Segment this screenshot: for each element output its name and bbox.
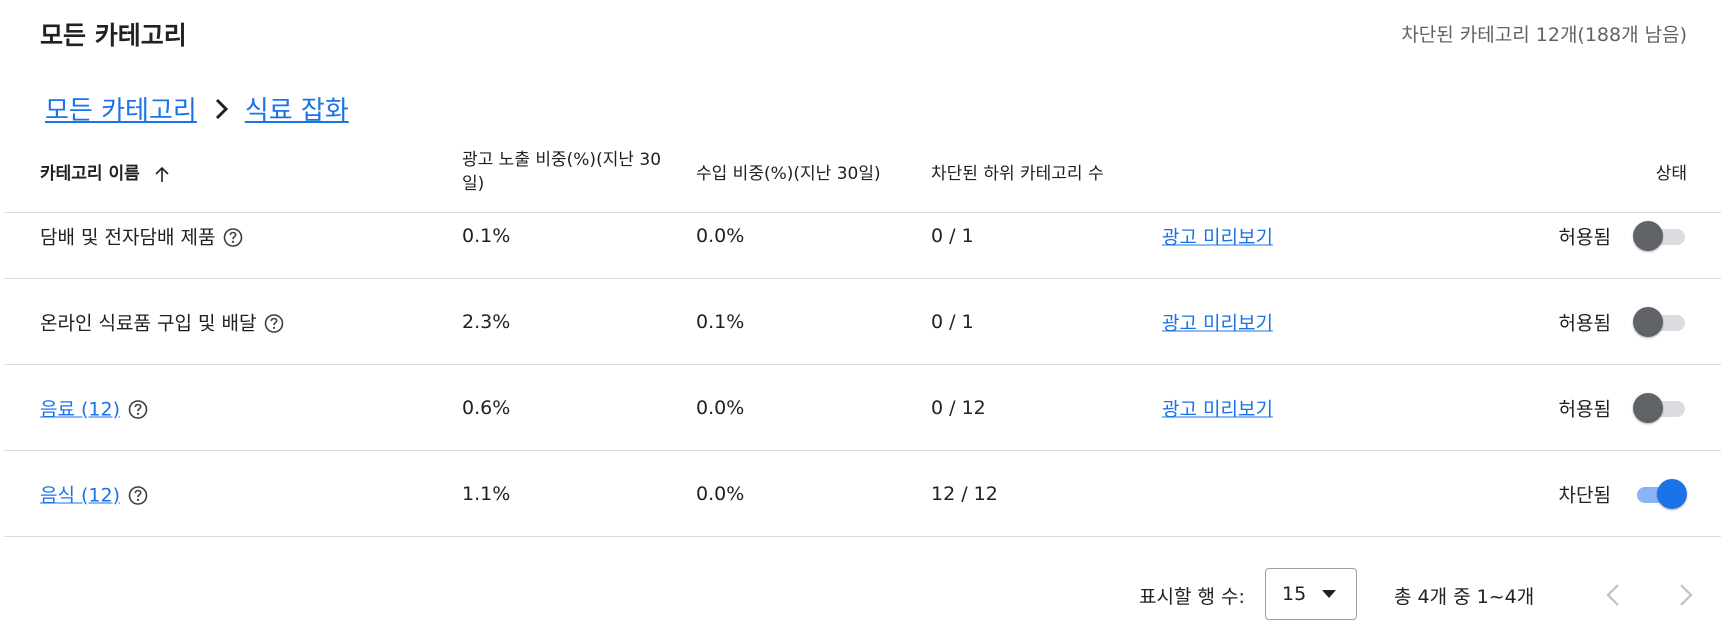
status-label: 허용됨 (1558, 226, 1611, 248)
table-row: 담배 및 전자담배 제품 0.1% 0.0% 0 / 1 광고 미리보기 허용됨 (4, 193, 1721, 279)
breadcrumb: 모든 카테고리 식료 잡화 (45, 90, 349, 127)
ad-preview-link[interactable]: 광고 미리보기 (1162, 308, 1273, 335)
category-name: 음식 (12) (40, 480, 148, 507)
next-page-button[interactable] (1671, 580, 1701, 610)
block-toggle[interactable] (1633, 306, 1687, 337)
revenue-value: 0.0% (696, 224, 745, 247)
reach-value: 2.3% (462, 310, 511, 333)
rows-per-page-label: 표시할 행 수: (1139, 586, 1245, 608)
chevron-left-icon (1606, 584, 1619, 606)
ad-preview-link[interactable]: 광고 미리보기 (1162, 222, 1273, 249)
breadcrumb-current-link[interactable]: 식료 잡화 (245, 90, 349, 127)
blocked-sub-count: 0 / 12 (931, 396, 986, 419)
blocked-sub-count: 12 / 12 (931, 482, 998, 505)
toggle-thumb (1633, 306, 1663, 337)
category-name-text: 담배 및 전자담배 제품 (40, 226, 216, 248)
breadcrumb-root-link[interactable]: 모든 카테고리 (45, 90, 197, 127)
blocked-sub-count: 0 / 1 (931, 310, 974, 333)
rows-per-page-select[interactable]: 15 (1265, 568, 1357, 620)
table-row: 음료 (12) 0.6% 0.0% 0 / 12 광고 미리보기 허용됨 (4, 365, 1721, 451)
block-toggle[interactable] (1633, 478, 1687, 509)
status-label: 차단됨 (1558, 484, 1611, 506)
rows-per-page-value: 15 (1282, 583, 1307, 605)
reach-value: 0.6% (462, 396, 511, 419)
previous-page-button[interactable] (1598, 580, 1628, 610)
revenue-value: 0.1% (696, 310, 745, 333)
category-name-link[interactable]: 음료 (12) (40, 394, 120, 421)
column-header-name-label: 카테고리 이름 (40, 164, 140, 184)
table-row: 음식 (12) 1.1% 0.0% 12 / 12 차단됨 (4, 451, 1721, 537)
blocked-sub-count: 0 / 1 (931, 224, 974, 247)
blocked-summary: 차단된 카테고리 12개(188개 남음) (1401, 24, 1687, 46)
category-name: 온라인 식료품 구입 및 배달 (40, 308, 284, 335)
column-header-revenue[interactable]: 수입 비중(%)(지난 30일) (696, 162, 881, 186)
revenue-value: 0.0% (696, 482, 745, 505)
category-name-link[interactable]: 음식 (12) (40, 480, 120, 507)
column-header-blocked-sub[interactable]: 차단된 하위 카테고리 수 (931, 162, 1104, 186)
page-title: 모든 카테고리 (40, 21, 187, 50)
status-label: 허용됨 (1558, 398, 1611, 420)
category-name: 음료 (12) (40, 394, 148, 421)
arrow-up-icon (154, 165, 170, 183)
status-label: 허용됨 (1558, 312, 1611, 334)
table-row: 온라인 식료품 구입 및 배달 2.3% 0.1% 0 / 1 광고 미리보기 … (4, 279, 1721, 365)
pagination-range: 총 4개 중 1~4개 (1394, 586, 1535, 608)
revenue-value: 0.0% (696, 396, 745, 419)
help-icon[interactable] (223, 228, 243, 248)
reach-value: 0.1% (462, 224, 511, 247)
ad-preview-link[interactable]: 광고 미리보기 (1162, 394, 1273, 421)
reach-value: 1.1% (462, 482, 511, 505)
category-name-text: 온라인 식료품 구입 및 배달 (40, 312, 257, 334)
help-icon[interactable] (264, 314, 284, 334)
caret-down-icon (1322, 590, 1337, 598)
help-icon[interactable] (128, 400, 148, 420)
toggle-thumb (1657, 478, 1687, 509)
block-toggle[interactable] (1633, 220, 1687, 251)
column-header-name[interactable]: 카테고리 이름 (40, 162, 170, 186)
chevron-right-icon (1680, 584, 1693, 606)
column-header-status[interactable]: 상태 (1656, 162, 1687, 186)
block-toggle[interactable] (1633, 392, 1687, 423)
category-name: 담배 및 전자담배 제품 (40, 222, 243, 249)
column-header-reach[interactable]: 광고 노출 비중(%)(지난 30일) (462, 148, 672, 196)
toggle-thumb (1633, 392, 1663, 423)
help-icon[interactable] (128, 486, 148, 506)
toggle-thumb (1633, 220, 1663, 251)
chevron-right-icon (197, 97, 245, 121)
